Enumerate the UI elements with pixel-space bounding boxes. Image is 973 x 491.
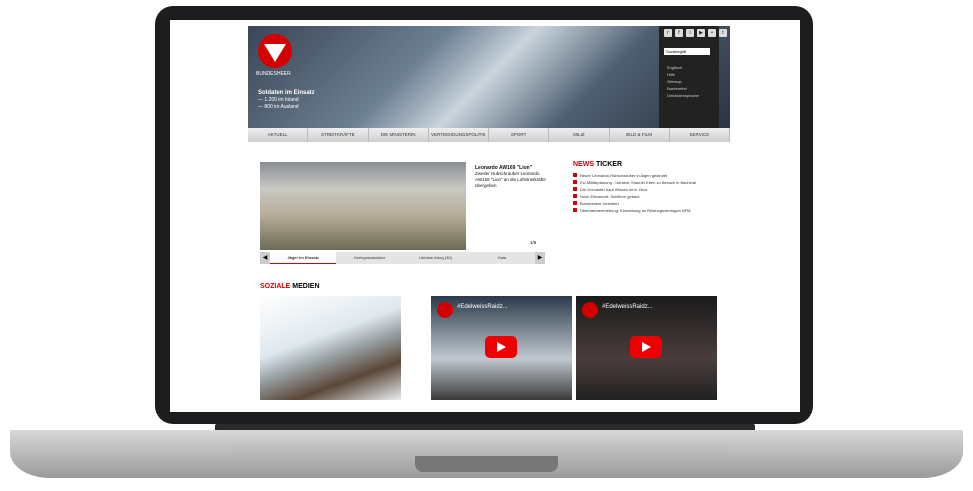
nav-item-miliz[interactable]: MILIZ [549, 128, 610, 142]
utility-panel: r f i ▶ • t Suchbegriff Englisch Hilfe S… [659, 26, 727, 128]
chevron-right-icon[interactable]: ▶ [535, 252, 545, 264]
youtube-icon[interactable]: ▶ [697, 29, 705, 37]
hero-banner: BUNDESHEER Soldaten im Einsatz — 1.200 i… [248, 26, 730, 128]
bullet-icon [573, 187, 577, 191]
laptop-reflection [230, 444, 730, 454]
rss-icon[interactable]: r [664, 29, 672, 37]
nav-item-sport[interactable]: SPORT [489, 128, 550, 142]
twitter-icon[interactable]: t [719, 29, 727, 37]
slider-tab[interactable]: Gala [469, 252, 535, 264]
search-input[interactable]: Suchbegriff [664, 48, 710, 55]
bundesheer-logo[interactable] [258, 34, 292, 68]
youtube-play-icon[interactable] [485, 336, 517, 358]
slider-image[interactable] [260, 162, 466, 250]
instagram-icon[interactable]: i [686, 29, 694, 37]
link-accessibility[interactable]: Barrierefrei [667, 85, 699, 92]
flickr-icon[interactable]: • [708, 29, 716, 37]
slider-tab[interactable]: Jäger im Einsatz [270, 252, 337, 264]
nav-item-ministerin[interactable]: DIE MINISTERIN [369, 128, 429, 142]
ticker-item[interactable]: Noch Einsatzort: Schifforn gebaut [573, 193, 733, 200]
link-help[interactable]: Hilfe [667, 71, 699, 78]
mission-title: Soldaten im Einsatz [258, 90, 315, 96]
laptop-notch [415, 456, 558, 472]
bullet-icon [573, 201, 577, 205]
mission-line-2: — 800 im Ausland [258, 104, 299, 110]
facebook-icon[interactable]: f [675, 29, 683, 37]
ticker-item[interactable]: EU-Militärplanung - Ukraine: Klaunet Ebe… [573, 179, 733, 186]
news-ticker: NEWS TICKER Neuer Leonardo-Hubschrauber … [573, 161, 733, 214]
social-video-tile[interactable]: #EdelweissRaidz... [431, 296, 572, 400]
main-nav: AKTUELL STREITKRÄFTE DIE MINISTERIN VERT… [248, 128, 730, 142]
slider-tabs: ◀ Jäger im Einsatz Geringmuskulatur Ukra… [260, 252, 545, 264]
ticker-item[interactable]: Bundesheer investiert [573, 200, 733, 207]
youtube-play-icon[interactable] [630, 336, 662, 358]
link-english[interactable]: Englisch [667, 64, 699, 71]
browser-screen: BUNDESHEER Soldaten im Einsatz — 1.200 i… [170, 20, 800, 412]
nav-item-service[interactable]: SERVICE [670, 128, 730, 142]
ticker-item[interactable]: Übernahmeerhebung: Einweisung an Rüstung… [573, 207, 733, 214]
nav-item-bild-film[interactable]: BILD & FILM [610, 128, 670, 142]
nav-item-streitkraefte[interactable]: STREITKRÄFTE [308, 128, 369, 142]
bullet-icon [573, 208, 577, 212]
slider-caption-text: Zweiter Hubschrauber Leonardo AW169 "Lio… [475, 171, 546, 188]
slider-count: 1/5 [530, 240, 537, 245]
social-media-title: SOZIALE MEDIEN [260, 283, 320, 290]
link-sitemap[interactable]: Sitemap [667, 78, 699, 85]
nav-item-aktuell[interactable]: AKTUELL [248, 128, 309, 142]
slider-tab[interactable]: Geringmuskulatur [336, 252, 402, 264]
logo-text: BUNDESHEER [256, 71, 291, 77]
ticker-item[interactable]: Neuer Leonardo-Hubschrauber in Aigen gel… [573, 172, 733, 179]
bullet-icon [573, 180, 577, 184]
bullet-icon [573, 194, 577, 198]
triangle-icon [264, 44, 286, 62]
nav-item-verteidigungspolitik[interactable]: VERTEIDIGUNGSPOLITIK [429, 128, 489, 142]
chevron-left-icon[interactable]: ◀ [260, 252, 270, 264]
social-photo-tile[interactable] [260, 296, 401, 400]
ticker-title: NEWS TICKER [573, 161, 623, 168]
mission-info: Soldaten im Einsatz — 1.200 im Inland — … [258, 90, 315, 111]
video-title: #EdelweissRaidz... [602, 304, 653, 310]
channel-logo-icon [582, 302, 598, 318]
social-video-tile[interactable]: #EdelweissRaidz... [576, 296, 717, 400]
ticker-item[interactable]: Die Grenadier baut Wissen ist in Zeus [573, 186, 733, 193]
link-sign-language[interactable]: Gebärdensprache [667, 92, 699, 99]
slider-caption: Leonardo AW169 "Lion" Zweiter Hubschraub… [475, 165, 555, 189]
video-title: #EdelweissRaidz... [457, 304, 508, 310]
utility-links: Englisch Hilfe Sitemap Barrierefrei Gebä… [667, 64, 699, 99]
slider-tab[interactable]: Ukraine-Krieg (30) [403, 252, 469, 264]
mission-line-1: — 1.200 im Inland [258, 97, 299, 103]
bullet-icon [573, 173, 577, 177]
social-icons: r f i ▶ • t [664, 29, 727, 37]
channel-logo-icon [437, 302, 453, 318]
